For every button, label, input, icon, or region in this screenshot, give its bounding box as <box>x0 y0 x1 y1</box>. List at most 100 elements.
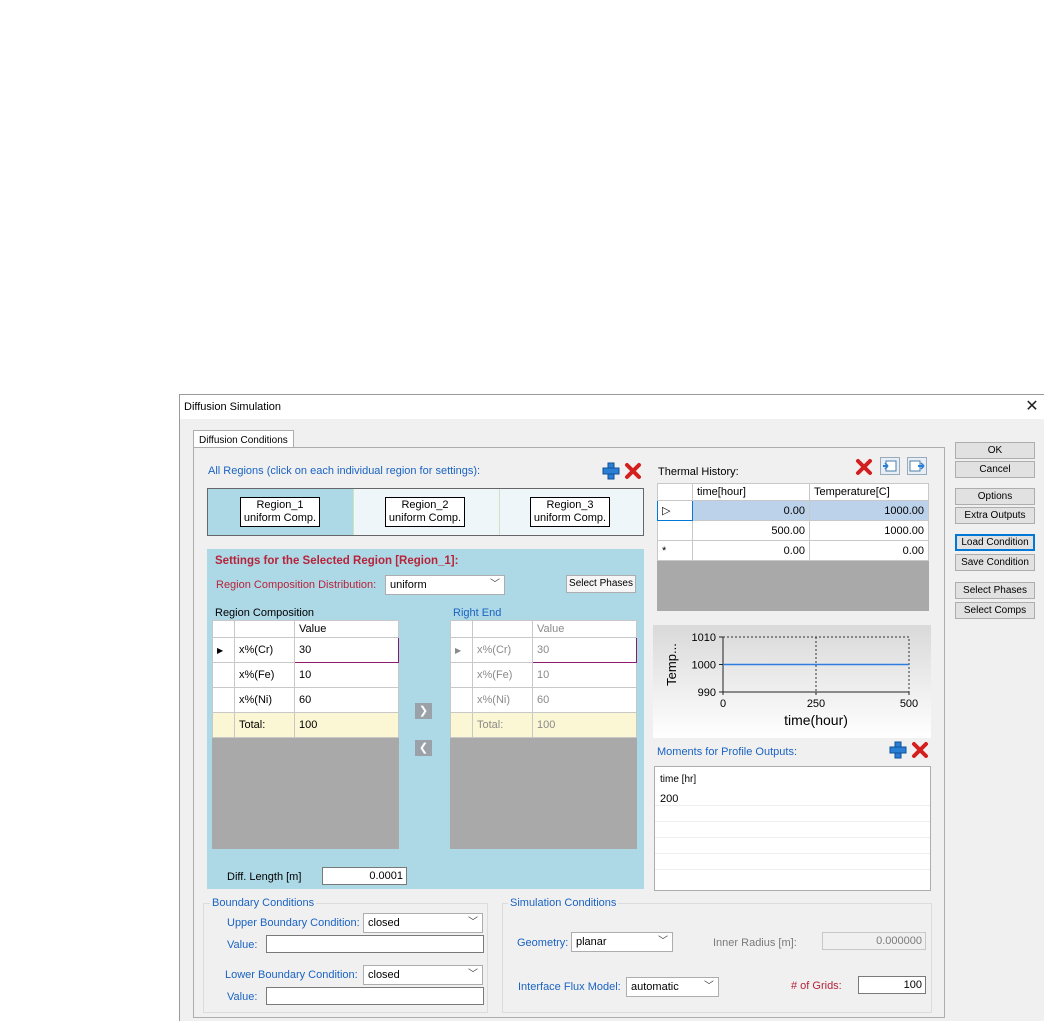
copy-right-arrow-icon[interactable]: ❯ <box>415 703 432 719</box>
region-2-name: Region_2 <box>401 499 449 511</box>
title-bar: Diffusion Simulation ✕ <box>180 395 1044 419</box>
interface-flux-label: Interface Flux Model: <box>518 981 621 993</box>
options-button[interactable]: Options <box>955 488 1035 505</box>
right-cr-value-cell: 30 <box>532 637 637 663</box>
lower-value-label: Value: <box>227 991 258 1003</box>
thermal-history-chart: 1010 1000 990 0 250 500 time(hour) Temp... <box>653 625 931 738</box>
region-3-box[interactable]: Region_3 uniform Comp. <box>530 497 610 527</box>
x-tick-label: 0 <box>720 698 726 710</box>
export-icon[interactable] <box>907 457 927 475</box>
total-label: Total: <box>234 712 295 738</box>
time-cell[interactable]: 0.00 <box>692 500 810 521</box>
right-end-label: Right End <box>453 607 502 619</box>
upper-boundary-label: Upper Boundary Condition: <box>227 917 360 929</box>
selected-region-title: Settings for the Selected Region [Region… <box>215 555 459 567</box>
y-tick-label: 1010 <box>692 632 716 644</box>
total-row: Total: 100 <box>212 712 399 738</box>
region-3-name: Region_3 <box>546 499 594 511</box>
diff-length-input[interactable]: 0.0001 <box>322 867 407 885</box>
ok-button[interactable]: OK <box>955 442 1035 459</box>
chevron-down-icon: ﹀ <box>658 936 668 947</box>
geometry-value: planar <box>576 936 607 948</box>
delete-moment-icon[interactable] <box>911 741 929 759</box>
temperature-cell[interactable]: 1000.00 <box>809 500 929 521</box>
total-value: 100 <box>294 712 399 738</box>
region-3-comp: uniform Comp. <box>533 512 607 524</box>
extra-outputs-button[interactable]: Extra Outputs <box>955 507 1035 524</box>
row-label: x%(Ni) <box>472 687 533 713</box>
interface-flux-value: automatic <box>631 981 679 993</box>
region-1-name: Region_1 <box>256 499 304 511</box>
select-phases-button[interactable]: Select Phases <box>955 582 1035 599</box>
inner-radius-label: Inner Radius [m]: <box>713 937 797 949</box>
chevron-down-icon: ﹀ <box>468 917 478 928</box>
region-composition-label: Region Composition <box>215 607 315 619</box>
distribution-value: uniform <box>390 579 427 591</box>
table-row: * 0.00 0.00 <box>657 540 929 561</box>
temperature-cell[interactable]: 1000.00 <box>809 520 929 541</box>
new-row-marker-icon: * <box>657 540 693 561</box>
inner-radius-input: 0.000000 <box>822 932 926 950</box>
all-regions-label: All Regions (click on each individual re… <box>208 465 481 477</box>
region-2-box[interactable]: Region_2 uniform Comp. <box>385 497 465 527</box>
composition-distribution-label: Region Composition Distribution: <box>216 579 377 591</box>
chevron-down-icon: ﹀ <box>468 969 478 980</box>
moments-list[interactable]: time [hr] 200 <box>654 766 931 891</box>
geometry-label: Geometry: <box>517 937 569 949</box>
add-moment-icon[interactable] <box>889 741 907 759</box>
diffusion-simulation-dialog: Diffusion Simulation ✕ Diffusion Conditi… <box>179 394 1044 1021</box>
row-selector-icon: ▶ <box>450 637 473 663</box>
table-row: x%(Ni) 60 <box>212 687 399 713</box>
geometry-select[interactable]: planar ﹀ <box>571 932 673 952</box>
close-icon[interactable]: ✕ <box>1022 397 1042 417</box>
x-tick-label: 250 <box>807 698 825 710</box>
window-title: Diffusion Simulation <box>184 401 282 413</box>
regions-strip: Region_1 uniform Comp. Region_2 uniform … <box>207 488 644 536</box>
table-row: ▶ x%(Cr) 30 <box>450 637 637 663</box>
lower-boundary-select[interactable]: closed ﹀ <box>363 965 483 985</box>
moments-header: time [hr] <box>660 774 697 785</box>
upper-value-input[interactable] <box>266 935 484 953</box>
list-item[interactable]: 200 <box>660 793 678 805</box>
lower-boundary-value: closed <box>368 969 400 981</box>
save-condition-button[interactable]: Save Condition <box>955 554 1035 571</box>
select-phases-region-button[interactable]: Select Phases <box>566 575 636 593</box>
row-label: x%(Cr) <box>234 637 295 663</box>
lower-value-input[interactable] <box>266 987 484 1005</box>
time-cell[interactable]: 500.00 <box>692 520 810 541</box>
right-fe-value-cell: 10 <box>532 662 637 688</box>
add-region-icon[interactable] <box>602 462 620 480</box>
interface-flux-select[interactable]: automatic ﹀ <box>626 977 719 997</box>
row-label: x%(Cr) <box>472 637 533 663</box>
table-row: 500.00 1000.00 <box>657 520 929 541</box>
composition-grid: Value ▶ x%(Cr) 30 x%(Fe) 10 x%(Ni) 60 To… <box>212 620 399 738</box>
current-row-marker-icon: ▷ <box>657 500 693 521</box>
copy-left-arrow-icon[interactable]: ❮ <box>415 740 432 756</box>
fe-value-cell[interactable]: 10 <box>294 662 399 688</box>
region-2-comp: uniform Comp. <box>388 512 462 524</box>
delete-region-icon[interactable] <box>624 462 642 480</box>
row-selector-icon: ▶ <box>212 637 235 663</box>
moments-label: Moments for Profile Outputs: <box>657 746 797 758</box>
upper-boundary-select[interactable]: closed ﹀ <box>363 913 483 933</box>
import-icon[interactable] <box>880 457 900 475</box>
cancel-button[interactable]: Cancel <box>955 461 1035 478</box>
region-1-box[interactable]: Region_1 uniform Comp. <box>240 497 320 527</box>
table-row: ▷ 0.00 1000.00 <box>657 500 929 521</box>
ni-value-cell[interactable]: 60 <box>294 687 399 713</box>
value-header: Value <box>532 620 637 638</box>
time-header: time[hour] <box>692 483 810 501</box>
cr-value-cell[interactable]: 30 <box>294 637 399 663</box>
total-value: 100 <box>532 712 637 738</box>
time-cell[interactable]: 0.00 <box>692 540 810 561</box>
grids-input[interactable]: 100 <box>858 976 926 994</box>
temperature-cell[interactable]: 0.00 <box>809 540 929 561</box>
distribution-select[interactable]: uniform ﹀ <box>385 575 505 595</box>
table-row: x%(Fe) 10 <box>212 662 399 688</box>
x-axis-label: time(hour) <box>784 712 848 728</box>
x-tick-label: 500 <box>900 698 918 710</box>
select-comps-button[interactable]: Select Comps <box>955 602 1035 619</box>
upper-value-label: Value: <box>227 939 258 951</box>
delete-thermal-row-icon[interactable] <box>854 457 874 477</box>
load-condition-button[interactable]: Load Condition <box>955 534 1035 551</box>
